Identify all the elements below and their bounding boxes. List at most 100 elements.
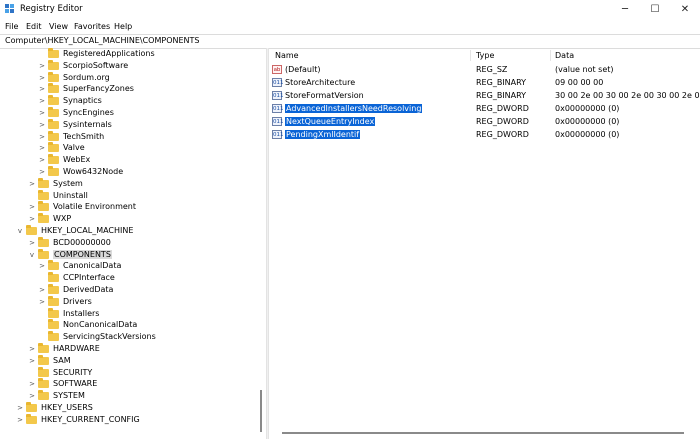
value-data: 30 00 2e 00 30 00 2e 00 30 00 2e 00 36 0… [555, 91, 700, 100]
chevron-right-icon[interactable]: > [38, 133, 46, 141]
binary-value-icon: 011 [272, 91, 284, 100]
folder-icon [38, 378, 49, 389]
address-path[interactable]: Computer\HKEY_LOCAL_MACHINE\COMPONENTS [5, 36, 199, 45]
values-pane[interactable]: Name Type Data ab (Default) REG_SZ (value n… [270, 48, 700, 439]
title-bar[interactable]: Registry Editor ─ ☐ ✕ [0, 0, 700, 20]
chevron-right-icon[interactable]: > [38, 121, 46, 129]
folder-icon [38, 366, 49, 377]
window-title: Registry Editor [20, 4, 83, 14]
chevron-right-icon[interactable] [38, 50, 46, 58]
column-divider[interactable] [470, 50, 471, 61]
folder-icon [48, 284, 59, 294]
folder-icon [48, 272, 59, 283]
chevron-right-icon[interactable]: > [38, 62, 46, 70]
value-row[interactable]: 011 StoreArchitecture REG_BINARY 09 00 00 0… [270, 77, 700, 89]
folder-icon [48, 130, 59, 141]
tree-node-label: HARDWARE [53, 344, 100, 353]
chevron-right-icon[interactable]: > [28, 380, 36, 388]
value-data: 0x00000000 (0) [555, 117, 620, 126]
values-horizontal-scrollbar[interactable] [270, 428, 700, 437]
binary-value-icon: 011 [272, 104, 284, 113]
chevron-right-icon[interactable]: > [38, 109, 46, 117]
menu-view[interactable]: View [49, 22, 68, 31]
chevron-right-icon[interactable] [28, 192, 36, 200]
tree-node-label: SuperFancyZones [63, 84, 134, 94]
chevron-right-icon[interactable]: > [38, 262, 46, 270]
tree-node-label: Sysinternals [63, 119, 112, 129]
chevron-right-icon[interactable]: > [28, 239, 36, 247]
value-type: REG_DWORD [476, 130, 529, 139]
chevron-right-icon[interactable]: > [28, 203, 36, 211]
folder-icon [48, 118, 59, 129]
chevron-right-icon[interactable]: > [16, 416, 24, 424]
tree-node-label: System [53, 178, 83, 188]
chevron-right-icon[interactable]: > [38, 298, 46, 306]
chevron-right-icon[interactable] [38, 333, 46, 341]
horizontal-scrollbar-thumb[interactable] [282, 432, 684, 434]
folder-icon [38, 177, 49, 188]
chevron-right-icon[interactable]: > [38, 85, 46, 93]
chevron-right-icon[interactable]: > [38, 156, 46, 164]
tree-node-label: ServicingStackVersions [63, 332, 156, 342]
chevron-right-icon[interactable]: > [28, 357, 36, 365]
chevron-right-icon[interactable]: > [38, 286, 46, 294]
folder-icon [48, 260, 59, 271]
tree-scrollbar[interactable] [258, 48, 264, 439]
chevron-right-icon[interactable]: > [38, 168, 46, 176]
folder-icon [48, 107, 59, 117]
column-header-name[interactable]: Name [275, 51, 299, 60]
registry-editor-icon [5, 4, 14, 13]
folder-icon [48, 166, 59, 176]
tree-scrollbar-thumb[interactable] [260, 390, 262, 432]
tree-node-label: Sordum.org [63, 72, 110, 82]
menu-bar: File Edit View Favorites Help [0, 20, 700, 34]
column-header-type[interactable]: Type [476, 51, 494, 60]
binary-value-icon: 011 [272, 130, 284, 139]
chevron-right-icon[interactable]: > [38, 74, 46, 82]
tree-node-label: HKEY_USERS [41, 403, 93, 412]
value-data: 0x00000000 (0) [555, 104, 620, 113]
menu-file[interactable]: File [5, 22, 18, 31]
tree-node-label: CanonicalData [63, 261, 122, 271]
chevron-down-icon[interactable]: v [28, 251, 36, 259]
chevron-right-icon[interactable] [28, 369, 36, 377]
chevron-right-icon[interactable] [38, 310, 46, 318]
chevron-right-icon[interactable] [38, 321, 46, 329]
chevron-right-icon[interactable]: > [38, 144, 46, 152]
value-row[interactable]: 011 NextQueueEntryIndex REG_DWORD 0x0000000… [270, 116, 700, 128]
tree-node-label: Volatile Environment [53, 202, 136, 212]
tree-node-label: Wow6432Node [63, 167, 124, 176]
tree-node-label: Uninstall [53, 190, 88, 200]
chevron-right-icon[interactable]: > [16, 404, 24, 412]
value-row[interactable]: 011 AdvancedInstallersNeedResolving REG_DW… [270, 103, 700, 115]
minimize-button[interactable]: ─ [610, 0, 640, 20]
address-bar[interactable]: Computer\HKEY_LOCAL_MACHINE\COMPONENTS [0, 34, 700, 49]
maximize-button[interactable]: ☐ [640, 0, 670, 20]
value-data: 0x00000000 (0) [555, 130, 620, 139]
chevron-right-icon[interactable]: > [38, 97, 46, 105]
menu-help[interactable]: Help [114, 22, 132, 31]
menu-edit[interactable]: Edit [26, 22, 42, 31]
binary-value-icon: 011 [272, 78, 284, 87]
chevron-right-icon[interactable]: > [28, 180, 36, 188]
tree-node-label: BCD00000000 [53, 237, 111, 247]
column-divider[interactable] [550, 50, 551, 61]
folder-icon [38, 201, 49, 212]
chevron-right-icon[interactable]: > [28, 345, 36, 353]
chevron-down-icon[interactable]: v [16, 227, 24, 235]
folder-icon [48, 154, 59, 165]
tree-pane[interactable]: RegisteredApplications > ScorpioSoftware > S… [0, 48, 266, 439]
column-header-data[interactable]: Data [555, 51, 574, 60]
tree-node-label: SOFTWARE [53, 379, 98, 389]
chevron-right-icon[interactable]: > [28, 215, 36, 223]
value-row[interactable]: ab (Default) REG_SZ (value not set) [270, 64, 700, 76]
chevron-right-icon[interactable] [38, 274, 46, 282]
string-value-icon: ab [272, 65, 282, 74]
pane-splitter[interactable] [266, 48, 269, 439]
close-button[interactable]: ✕ [670, 0, 700, 20]
chevron-right-icon[interactable]: > [28, 392, 36, 400]
menu-favorites[interactable]: Favorites [74, 22, 110, 31]
value-row[interactable]: 011 PendingXmlIdentif REG_DWORD 0x00000000 … [270, 129, 700, 141]
tree-node-label: Drivers [63, 296, 92, 306]
value-row[interactable]: 011 StoreFormatVersion REG_BINARY 30 00 2e … [270, 90, 700, 102]
